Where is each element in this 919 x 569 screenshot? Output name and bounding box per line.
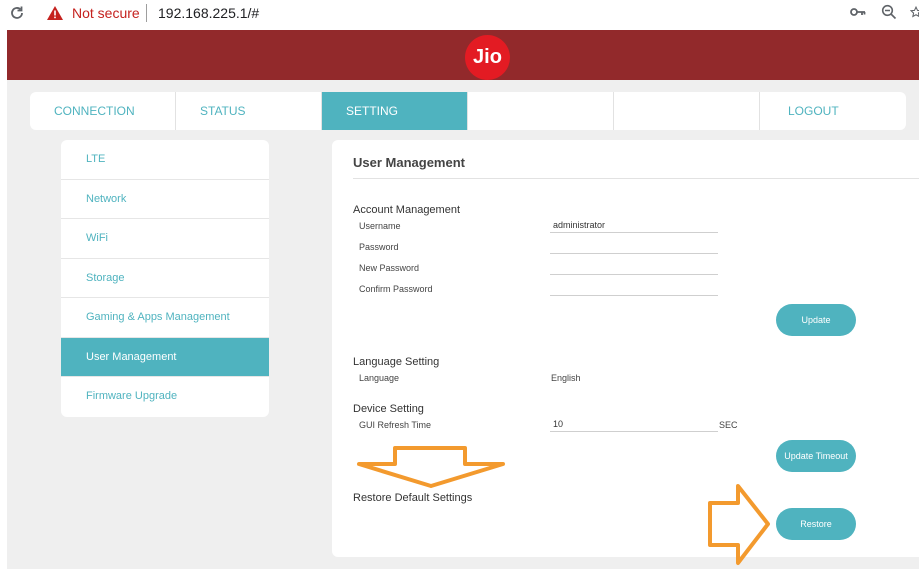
refresh-unit-label: SEC	[719, 420, 738, 430]
nav-tab-logout[interactable]: LOGOUT	[760, 92, 906, 130]
bookmark-star-icon[interactable]	[910, 4, 919, 20]
right-arrow-annotation	[708, 484, 770, 565]
down-arrow-annotation	[357, 446, 505, 488]
title-divider	[353, 178, 919, 179]
sidebar-item-firmware-upgrade[interactable]: Firmware Upgrade	[61, 377, 269, 417]
page-title: User Management	[353, 155, 465, 170]
sidebar-item-user-management[interactable]: User Management	[61, 337, 269, 377]
language-value: English	[551, 373, 581, 383]
top-navigation: CONNECTION STATUS SETTING LOGOUT	[30, 92, 906, 130]
nav-tab-status[interactable]: STATUS	[176, 92, 322, 130]
url-text[interactable]: 192.168.225.1/#	[158, 5, 259, 21]
sidebar-item-lte[interactable]: LTE	[61, 140, 269, 180]
gui-refresh-input[interactable]	[550, 416, 718, 432]
zoom-icon[interactable]	[881, 4, 897, 20]
settings-sidebar: LTE Network WiFi Storage Gaming & Apps M…	[61, 140, 269, 417]
browser-address-bar: Not secure 192.168.225.1/#	[0, 0, 919, 28]
key-icon[interactable]	[850, 6, 866, 18]
sidebar-item-storage[interactable]: Storage	[61, 259, 269, 298]
nav-tab-setting[interactable]: SETTING	[322, 92, 468, 130]
sidebar-item-wifi[interactable]: WiFi	[61, 219, 269, 259]
password-label: Password	[359, 242, 399, 252]
new-password-input[interactable]	[550, 259, 718, 275]
restore-button[interactable]: Restore	[776, 508, 856, 540]
url-field[interactable]: Not secure 192.168.225.1/#	[36, 1, 896, 25]
gui-refresh-label: GUI Refresh Time	[359, 420, 432, 430]
sidebar-item-network[interactable]: Network	[61, 180, 269, 219]
account-management-heading: Account Management	[353, 204, 461, 216]
jio-logo: Jio	[465, 35, 510, 80]
update-timeout-button[interactable]: Update Timeout	[776, 440, 856, 472]
username-input[interactable]	[550, 217, 718, 233]
language-setting-heading: Language Setting	[353, 356, 440, 368]
device-setting-heading: Device Setting	[353, 403, 424, 415]
update-button[interactable]: Update	[776, 304, 856, 336]
user-management-panel: User Management Account Management Usern…	[332, 140, 919, 557]
warning-icon[interactable]	[46, 5, 64, 21]
url-divider	[146, 4, 147, 22]
security-status[interactable]: Not secure	[72, 5, 140, 21]
nav-tab-connection[interactable]: CONNECTION	[30, 92, 176, 130]
sidebar-item-gaming-apps[interactable]: Gaming & Apps Management	[61, 298, 269, 338]
nav-tab-empty-1	[468, 92, 614, 130]
language-label: Language	[359, 373, 400, 383]
reload-icon[interactable]	[8, 4, 26, 22]
confirm-password-label: Confirm Password	[359, 284, 433, 294]
username-label: Username	[359, 221, 401, 231]
restore-default-heading: Restore Default Settings	[353, 492, 473, 504]
confirm-password-input[interactable]	[550, 280, 718, 296]
header-bar: Jio	[7, 30, 919, 80]
nav-tab-empty-2	[614, 92, 760, 130]
new-password-label: New Password	[359, 263, 420, 273]
password-input[interactable]	[550, 238, 718, 254]
